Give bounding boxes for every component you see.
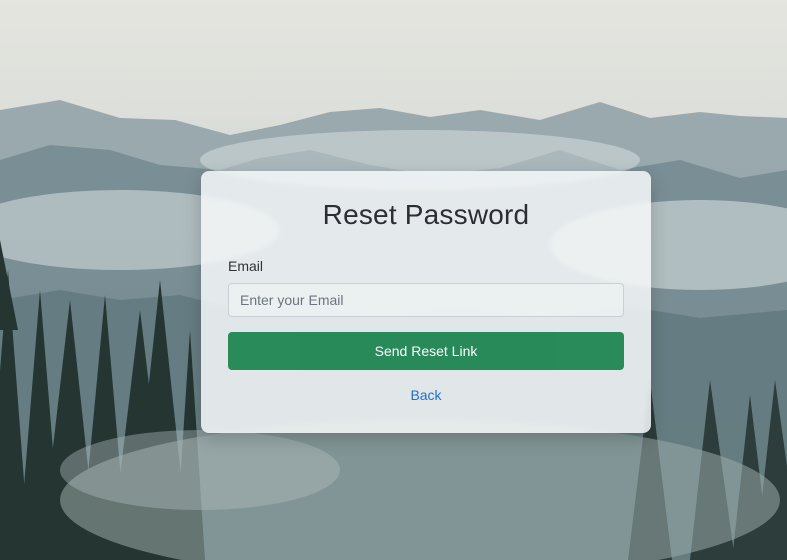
email-input[interactable] <box>228 283 624 317</box>
back-link[interactable]: Back <box>201 387 651 403</box>
page-title: Reset Password <box>322 199 530 230</box>
page-background: Reset Password Email Send Reset Link Bac… <box>0 0 787 560</box>
send-reset-link-button[interactable]: Send Reset Link <box>228 332 624 370</box>
email-label: Email <box>228 258 264 274</box>
reset-password-card: Reset Password Email Send Reset Link Bac… <box>201 171 651 433</box>
